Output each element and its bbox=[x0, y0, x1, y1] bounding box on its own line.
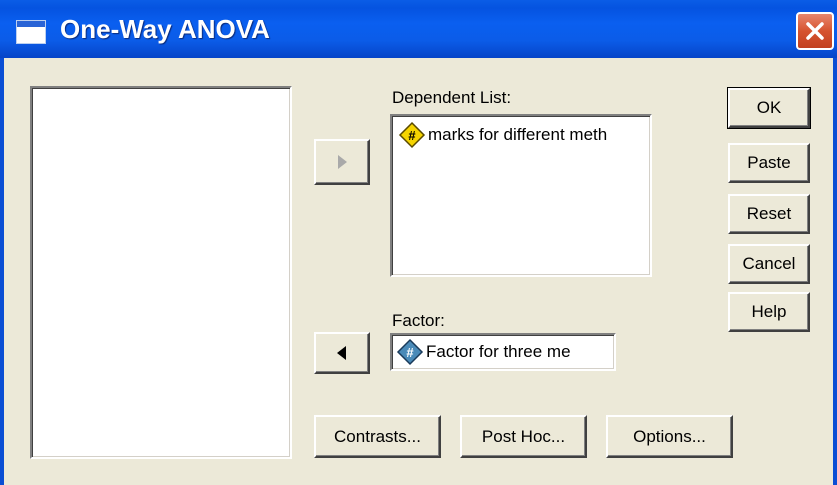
options-button[interactable]: Options... bbox=[606, 415, 733, 458]
window-frame-right bbox=[833, 58, 837, 485]
svg-text:#: # bbox=[408, 128, 416, 143]
title-bar[interactable]: One-Way ANOVA bbox=[0, 0, 837, 58]
scale-variable-icon: # bbox=[396, 338, 424, 366]
list-item[interactable]: # marks for different meth bbox=[398, 120, 646, 150]
svg-text:#: # bbox=[406, 345, 414, 360]
factor-label: Factor: bbox=[392, 311, 445, 330]
post-hoc-button[interactable]: Post Hoc... bbox=[460, 415, 587, 458]
window-icon bbox=[16, 20, 46, 44]
source-variable-list[interactable] bbox=[30, 86, 292, 459]
move-factor-button[interactable] bbox=[314, 332, 370, 374]
arrow-left-icon bbox=[337, 346, 346, 360]
scale-variable-icon: # bbox=[398, 121, 426, 149]
window-title: One-Way ANOVA bbox=[60, 14, 270, 44]
close-button[interactable] bbox=[796, 12, 834, 50]
factor-item[interactable]: # Factor for three me bbox=[396, 337, 614, 367]
window-frame-left bbox=[0, 58, 4, 485]
dependent-list[interactable]: # marks for different meth bbox=[390, 114, 652, 277]
paste-button[interactable]: Paste bbox=[728, 143, 810, 183]
reset-button[interactable]: Reset bbox=[728, 194, 810, 234]
help-button[interactable]: Help bbox=[728, 292, 810, 332]
contrasts-button[interactable]: Contrasts... bbox=[314, 415, 441, 458]
close-icon bbox=[806, 22, 824, 40]
factor-variable-name: Factor for three me bbox=[426, 342, 571, 361]
arrow-right-icon bbox=[338, 155, 347, 169]
ok-button[interactable]: OK bbox=[727, 87, 811, 129]
dependent-variable-name: marks for different meth bbox=[428, 125, 608, 144]
factor-field[interactable]: # Factor for three me bbox=[390, 333, 616, 371]
dependent-list-label: Dependent List: bbox=[392, 88, 512, 107]
move-to-dependent-button[interactable] bbox=[314, 139, 370, 185]
cancel-button[interactable]: Cancel bbox=[728, 244, 810, 284]
